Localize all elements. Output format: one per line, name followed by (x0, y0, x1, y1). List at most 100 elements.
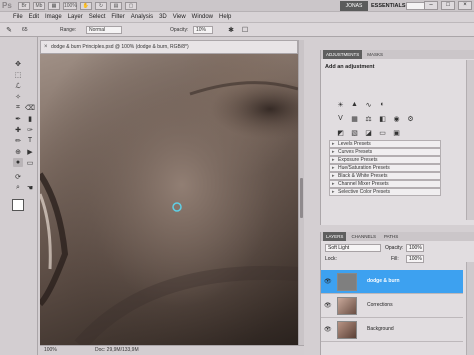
blend-mode-select[interactable]: Soft Light (325, 244, 381, 252)
fill-input[interactable]: 100% (406, 255, 424, 263)
protect-tones-icon[interactable]: ☐ (240, 25, 250, 34)
menu-image[interactable]: Image (45, 14, 62, 20)
hand-tool-button[interactable]: ✋ (80, 2, 92, 10)
photo-skin-closeup (40, 54, 298, 345)
preset-selective-color[interactable]: Selective Color Presets (329, 188, 441, 196)
shape-tool-icon[interactable]: ▭ (25, 158, 35, 167)
menu-analysis[interactable]: Analysis (131, 14, 153, 20)
threshold-icon[interactable]: ◪ (363, 128, 374, 137)
tab-masks[interactable]: MASKS (364, 50, 386, 59)
dodge-tool-icon[interactable]: ● (13, 158, 23, 167)
menu-filter[interactable]: Filter (111, 14, 124, 20)
exposure-input[interactable]: 10% (193, 26, 213, 34)
document-canvas[interactable] (40, 54, 298, 345)
scrollbar-thumb[interactable] (300, 178, 303, 218)
arrange-documents-button[interactable]: ▤ (110, 2, 122, 10)
range-select[interactable]: Normal (86, 26, 122, 34)
eye-icon[interactable]: 👁 (324, 302, 332, 309)
adjustments-scrollbar[interactable] (466, 60, 474, 220)
adjustments-panel: ADJUSTMENTS MASKS Add an adjustment ☀ ▲ … (320, 50, 474, 225)
minibridge-button[interactable]: Mb (33, 2, 45, 10)
tool-preset-icon[interactable]: ✎ (4, 25, 14, 34)
layer-row[interactable]: 👁 dodge & burn (321, 270, 463, 294)
preset-hue-saturation[interactable]: Hue/Saturation Presets (329, 164, 441, 172)
preset-levels[interactable]: Levels Presets (329, 140, 441, 148)
airbrush-icon[interactable]: ✱ (226, 25, 236, 34)
tab-layers[interactable]: LAYERS (323, 232, 347, 241)
menu-view[interactable]: View (173, 14, 186, 20)
lasso-tool-icon[interactable]: ℒ (13, 81, 23, 90)
close-button[interactable]: × (458, 1, 472, 10)
channel-mixer-icon[interactable]: ⚙ (405, 114, 416, 123)
tab-paths[interactable]: PATHS (381, 232, 401, 241)
menu-file[interactable]: File (13, 14, 23, 20)
preset-curves[interactable]: Curves Presets (329, 148, 441, 156)
gradient-map-icon[interactable]: ▭ (377, 128, 388, 137)
zoom-tool-icon[interactable]: ⌕ (13, 183, 23, 192)
preset-exposure[interactable]: Exposure Presets (329, 156, 441, 164)
menu-layer[interactable]: Layer (68, 14, 83, 20)
menu-edit[interactable]: Edit (29, 14, 39, 20)
vertical-scrollbar[interactable] (298, 40, 304, 345)
preset-channel-mixer[interactable]: Channel Mixer Presets (329, 180, 441, 188)
layers-scrollbar[interactable] (466, 262, 474, 355)
menu-select[interactable]: Select (89, 14, 106, 20)
quick-select-tool-icon[interactable]: ✧ (13, 92, 23, 101)
preset-black-white[interactable]: Black & White Presets (329, 172, 441, 180)
healing-brush-tool-icon[interactable]: ✚ (13, 125, 23, 134)
brightness-contrast-icon[interactable]: ☀ (335, 100, 346, 109)
app-logo: Ps (2, 1, 12, 10)
status-bar: 100% Doc: 29,9M/133,9M (40, 345, 304, 355)
opacity-input[interactable]: 100% (406, 244, 424, 252)
workspace-switcher[interactable]: ESSENTIALS (371, 1, 406, 11)
brush-tool-icon[interactable]: ✏ (13, 136, 23, 145)
crop-tool-icon[interactable]: ⌗ (13, 103, 23, 112)
hand-tool-icon[interactable]: ☚ (25, 183, 35, 192)
vibrance-icon[interactable]: V (335, 114, 346, 123)
eraser-tool-icon[interactable]: ⌫ (25, 103, 35, 112)
layer-row[interactable]: 👁 Corrections (321, 294, 463, 318)
zoom-level-menu[interactable]: 100% (63, 2, 77, 10)
screen-mode-button[interactable]: ▢ (125, 2, 137, 10)
eyedropper-tool-icon[interactable]: ✒ (13, 114, 23, 123)
3d-rotate-tool-icon[interactable]: ⟳ (13, 172, 23, 181)
search-input[interactable] (406, 2, 426, 10)
color-balance-icon[interactable]: ⚖ (363, 114, 374, 123)
clone-stamp-tool-icon[interactable]: ⊕ (13, 147, 23, 156)
maximize-button[interactable]: □ (441, 1, 455, 10)
workspace-user-chip[interactable]: JONAS (340, 1, 368, 11)
gradient-tool-icon[interactable]: ▮ (25, 114, 35, 123)
move-tool-icon[interactable]: ✥ (13, 59, 23, 68)
path-select-tool-icon[interactable]: ▶ (25, 147, 35, 156)
foreground-color-swatch[interactable] (12, 199, 24, 211)
close-document-icon[interactable]: × (44, 41, 48, 53)
zoom-readout[interactable]: 100% (44, 346, 57, 355)
tab-channels[interactable]: CHANNELS (348, 232, 379, 241)
hue-saturation-icon[interactable]: ▦ (349, 114, 360, 123)
menu-3d[interactable]: 3D (159, 14, 167, 20)
exposure-icon[interactable]: ◐ (377, 100, 388, 109)
eye-icon[interactable]: 👁 (324, 326, 332, 333)
curves-icon[interactable]: ∿ (363, 100, 374, 109)
rotate-view-button[interactable]: ↻ (95, 2, 107, 10)
bridge-button[interactable]: Br (18, 2, 30, 10)
brush-size[interactable]: 65 (22, 27, 28, 33)
view-extras-button[interactable]: ▦ (48, 2, 60, 10)
black-white-icon[interactable]: ◧ (377, 114, 388, 123)
posterize-icon[interactable]: ▧ (349, 128, 360, 137)
minimize-button[interactable]: – (424, 1, 438, 10)
layer-row[interactable]: 👁 Background (321, 318, 463, 342)
levels-icon[interactable]: ▲ (349, 100, 360, 109)
marquee-tool-icon[interactable]: ⬚ (13, 70, 23, 79)
lock-label: Lock: (325, 256, 337, 262)
pen-tool-icon[interactable]: ✑ (25, 125, 35, 134)
invert-icon[interactable]: ◩ (335, 128, 346, 137)
tab-adjustments[interactable]: ADJUSTMENTS (323, 50, 363, 59)
document-tab[interactable]: × dodge & burn Principles.psd @ 100% (do… (40, 40, 298, 54)
type-tool-icon[interactable]: T (25, 136, 35, 145)
menu-help[interactable]: Help (219, 14, 231, 20)
menu-window[interactable]: Window (192, 14, 213, 20)
photo-filter-icon[interactable]: ◉ (391, 114, 402, 123)
selective-color-icon[interactable]: ▣ (391, 128, 402, 137)
eye-icon[interactable]: 👁 (324, 278, 332, 285)
